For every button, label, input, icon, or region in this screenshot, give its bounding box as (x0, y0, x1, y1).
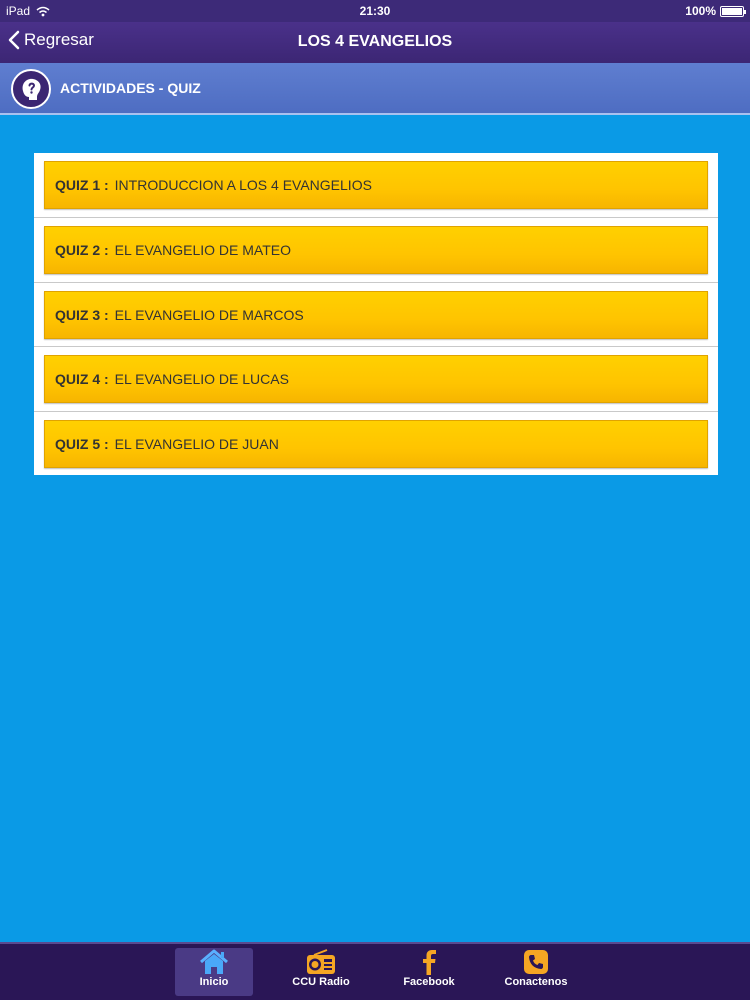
list-item: QUIZ 4 : EL EVANGELIO DE LUCAS (34, 346, 718, 410)
quiz-number: QUIZ 3 : (55, 307, 109, 323)
home-icon (200, 949, 228, 974)
list-item: QUIZ 3 : EL EVANGELIO DE MARCOS (34, 282, 718, 346)
quiz-title: EL EVANGELIO DE JUAN (114, 436, 279, 452)
status-right: 100% (685, 4, 746, 18)
section-header: ACTIVIDADES - QUIZ (0, 63, 750, 115)
quiz-3-button[interactable]: QUIZ 3 : EL EVANGELIO DE MARCOS (44, 291, 708, 339)
tab-label: Facebook (403, 976, 455, 988)
quiz-title: EL EVANGELIO DE LUCAS (114, 371, 289, 387)
list-item: QUIZ 1 : INTRODUCCION A LOS 4 EVANGELIOS (34, 153, 718, 217)
tab-ccu-radio[interactable]: CCU Radio (282, 948, 360, 996)
quiz-number: QUIZ 1 : (55, 177, 109, 193)
tab-bar: Inicio CCU Radio Facebook Conactenos (0, 942, 750, 1000)
radio-icon (307, 949, 335, 974)
question-head-icon (11, 69, 51, 109)
page-title: LOS 4 EVANGELIOS (297, 33, 453, 50)
tab-facebook[interactable]: Facebook (390, 948, 468, 996)
facebook-icon (423, 950, 436, 975)
battery-icon (720, 5, 746, 17)
quiz-title: EL EVANGELIO DE MARCOS (114, 307, 304, 323)
tab-inicio[interactable]: Inicio (175, 948, 253, 996)
quiz-title: INTRODUCCION A LOS 4 EVANGELIOS (114, 177, 372, 193)
list-item: QUIZ 5 : EL EVANGELIO DE JUAN (34, 411, 718, 475)
list-item: QUIZ 2 : EL EVANGELIO DE MATEO (34, 217, 718, 281)
nav-bar: Regresar LOS 4 EVANGELIOS (0, 22, 750, 63)
quiz-1-button[interactable]: QUIZ 1 : INTRODUCCION A LOS 4 EVANGELIOS (44, 161, 708, 209)
quiz-5-button[interactable]: QUIZ 5 : EL EVANGELIO DE JUAN (44, 420, 708, 468)
phone-icon (524, 950, 548, 974)
status-time: 21:30 (359, 4, 391, 18)
tab-label: CCU Radio (292, 976, 350, 988)
status-bar: iPad 21:30 100% (0, 0, 750, 22)
quiz-number: QUIZ 4 : (55, 371, 109, 387)
quiz-list: QUIZ 1 : INTRODUCCION A LOS 4 EVANGELIOS… (34, 153, 718, 475)
quiz-4-button[interactable]: QUIZ 4 : EL EVANGELIO DE LUCAS (44, 355, 708, 403)
quiz-2-button[interactable]: QUIZ 2 : EL EVANGELIO DE MATEO (44, 226, 708, 274)
tab-conactenos[interactable]: Conactenos (497, 948, 575, 996)
tab-label: Inicio (199, 976, 229, 988)
tab-label: Conactenos (504, 976, 568, 988)
quiz-number: QUIZ 2 : (55, 242, 109, 258)
quiz-number: QUIZ 5 : (55, 436, 109, 452)
question-head-glyph (22, 78, 41, 100)
section-title: ACTIVIDADES - QUIZ (60, 80, 201, 96)
battery-percent: 100% (685, 4, 716, 18)
quiz-title: EL EVANGELIO DE MATEO (114, 242, 292, 258)
